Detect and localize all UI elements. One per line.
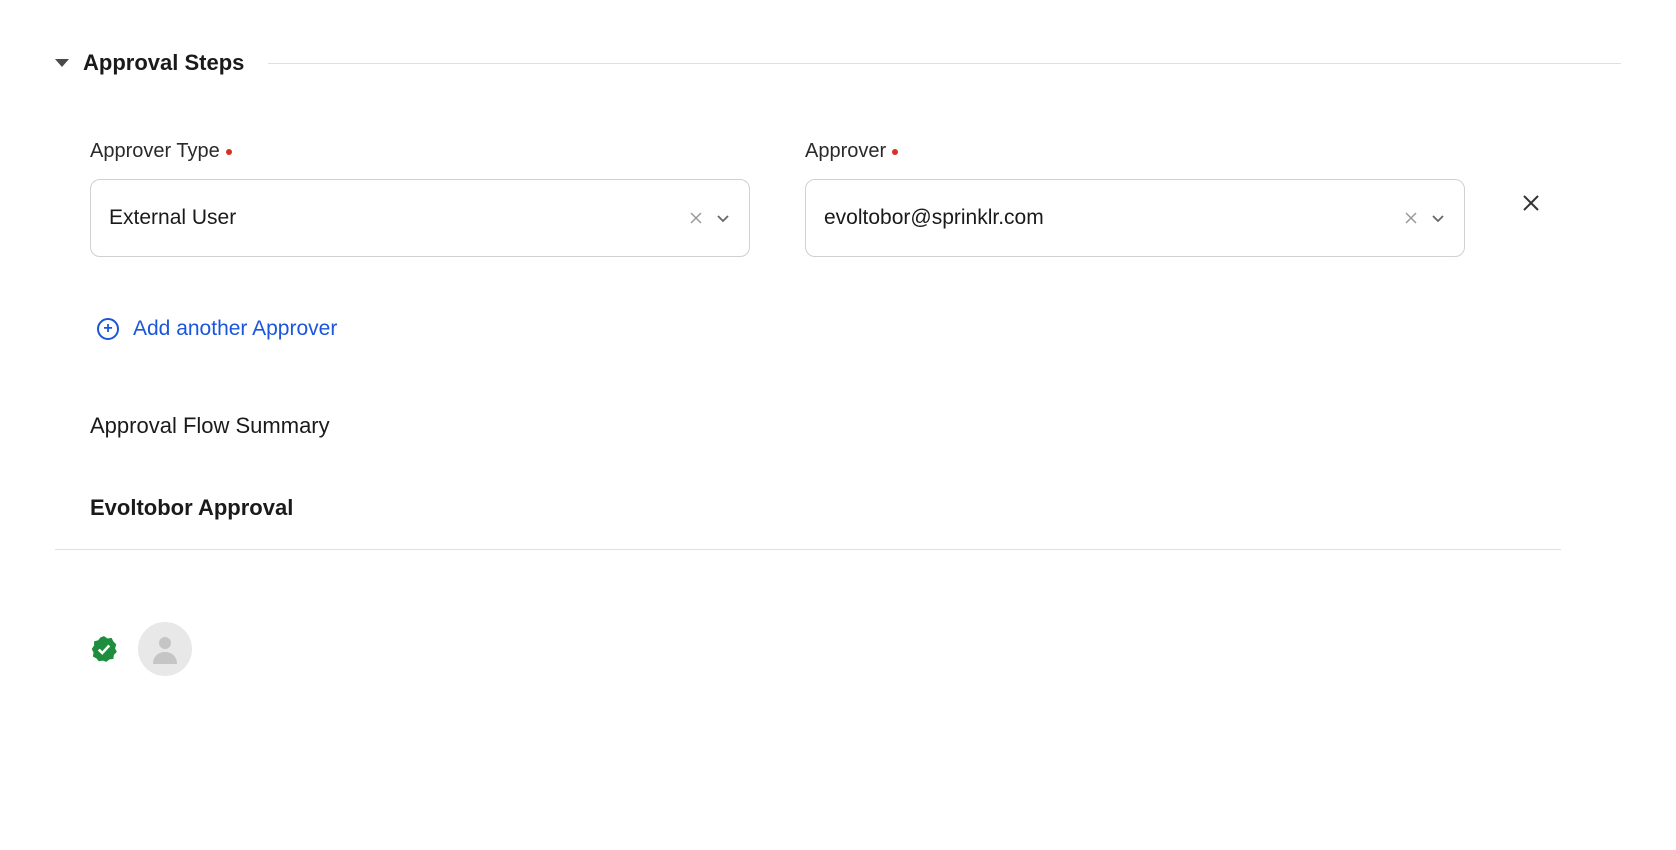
approver-value: evoltobor@sprinklr.com <box>824 206 1404 230</box>
section-header: Approval Steps <box>55 50 1621 76</box>
approver-avatar <box>138 622 192 676</box>
clear-icon[interactable] <box>689 211 703 225</box>
approver-type-label: Approver Type <box>90 140 750 163</box>
divider <box>268 63 1621 64</box>
label-text: Approver <box>805 140 886 163</box>
approver-label: Approver <box>805 140 1465 163</box>
approval-name: Evoltobor Approval <box>55 495 1561 550</box>
add-approver-label: Add another Approver <box>133 317 337 341</box>
approver-group: Approver evoltobor@sprinklr.com <box>805 140 1465 257</box>
select-actions <box>689 210 731 226</box>
add-approver-button[interactable]: + Add another Approver <box>55 317 1621 341</box>
approver-select[interactable]: evoltobor@sprinklr.com <box>805 179 1465 257</box>
approver-type-select[interactable]: External User <box>90 179 750 257</box>
section-title: Approval Steps <box>83 50 244 76</box>
remove-row-icon[interactable] <box>1520 192 1572 214</box>
chevron-down-icon[interactable] <box>1430 210 1446 226</box>
verified-badge-icon <box>90 635 118 663</box>
collapse-caret-icon[interactable] <box>55 59 69 67</box>
clear-icon[interactable] <box>1404 211 1418 225</box>
plus-circle-icon: + <box>97 318 119 340</box>
approver-type-value: External User <box>109 206 689 230</box>
chevron-down-icon[interactable] <box>715 210 731 226</box>
required-indicator-icon <box>892 149 898 155</box>
approver-row: Approver Type External User Approver evo… <box>55 140 1621 257</box>
select-actions <box>1404 210 1446 226</box>
label-text: Approver Type <box>90 140 220 163</box>
required-indicator-icon <box>226 149 232 155</box>
summary-title: Approval Flow Summary <box>55 413 1621 439</box>
approver-type-group: Approver Type External User <box>90 140 750 257</box>
approver-avatar-row <box>55 622 1621 676</box>
